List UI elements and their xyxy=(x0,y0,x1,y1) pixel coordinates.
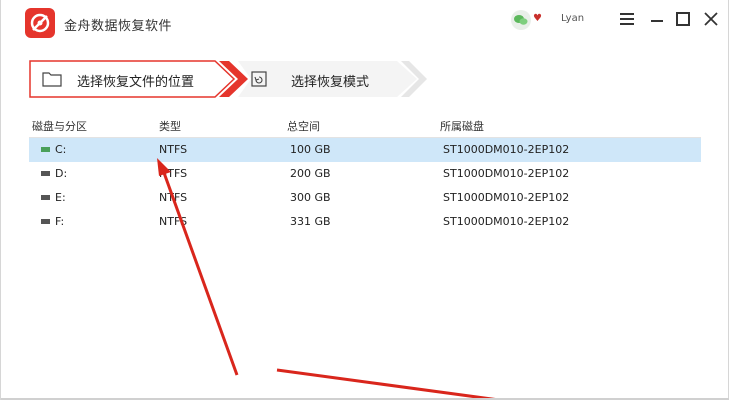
table-header: 磁盘与分区 类型 总空间 所属磁盘 xyxy=(29,113,701,138)
logo-icon xyxy=(30,13,50,33)
drive-letter: F: xyxy=(55,215,65,228)
table-row[interactable]: D: NTFS 200 GB ST1000DM010-2EP102 xyxy=(29,162,701,186)
step-indicator: 选择恢复文件的位置 选择恢复模式 xyxy=(29,60,429,98)
step-select-location[interactable]: 选择恢复文件的位置 xyxy=(29,60,251,102)
header-disk[interactable]: 所属磁盘 xyxy=(440,118,484,134)
app-title: 金舟数据恢复软件 xyxy=(64,19,173,34)
table-row[interactable]: C: NTFS 100 GB ST1000DM010-2EP102 xyxy=(29,138,701,162)
close-button[interactable] xyxy=(701,9,721,29)
restore-icon xyxy=(250,70,268,92)
total-space: 300 GB xyxy=(290,191,331,204)
drive-icon xyxy=(41,218,50,224)
disk-model: ST1000DM010-2EP102 xyxy=(443,143,570,156)
step1-label: 选择恢复文件的位置 xyxy=(77,75,195,90)
disk-model: ST1000DM010-2EP102 xyxy=(443,191,570,204)
wechat-icon[interactable] xyxy=(511,10,531,30)
total-space: 100 GB xyxy=(290,143,331,156)
close-icon xyxy=(704,12,718,26)
total-space: 200 GB xyxy=(290,167,331,180)
header-type[interactable]: 类型 xyxy=(159,118,181,134)
maximize-button[interactable] xyxy=(675,11,691,27)
drive-letter: C: xyxy=(55,143,67,156)
fs-type: NTFS xyxy=(159,167,188,180)
fs-type: NTFS xyxy=(159,215,188,228)
minimize-button[interactable] xyxy=(648,11,666,29)
app-window: 金舟数据恢复软件 ♥ Lyan 选择恢复文件的位置 选择恢复模式 磁盘与分区 类… xyxy=(0,0,729,400)
drive-letter: E: xyxy=(55,191,66,204)
username[interactable]: Lyan xyxy=(561,13,584,24)
table-row[interactable]: F: NTFS 331 GB ST1000DM010-2EP102 xyxy=(29,210,701,234)
disk-model: ST1000DM010-2EP102 xyxy=(443,215,570,228)
system-drive-icon xyxy=(41,146,50,152)
folder-icon xyxy=(42,71,62,91)
header-total-space[interactable]: 总空间 xyxy=(287,118,320,134)
app-logo xyxy=(25,8,55,38)
total-space: 331 GB xyxy=(290,215,331,228)
vip-heart-icon[interactable]: ♥ xyxy=(533,13,542,24)
fs-type: NTFS xyxy=(159,191,188,204)
header-partition[interactable]: 磁盘与分区 xyxy=(32,118,87,134)
drive-letter: D: xyxy=(55,167,68,180)
step-select-mode[interactable]: 选择恢复模式 xyxy=(237,60,427,102)
menu-icon xyxy=(620,13,634,15)
disk-model: ST1000DM010-2EP102 xyxy=(443,167,570,180)
partition-table: 磁盘与分区 类型 总空间 所属磁盘 C: NTFS 100 GB ST1000D… xyxy=(29,113,701,234)
menu-button[interactable] xyxy=(618,11,636,27)
step2-label: 选择恢复模式 xyxy=(291,75,370,90)
fs-type: NTFS xyxy=(159,143,188,156)
title-bar: 金舟数据恢复软件 ♥ Lyan xyxy=(1,0,729,46)
table-row[interactable]: E: NTFS 300 GB ST1000DM010-2EP102 xyxy=(29,186,701,210)
drive-icon xyxy=(41,194,50,200)
drive-icon xyxy=(41,170,50,176)
